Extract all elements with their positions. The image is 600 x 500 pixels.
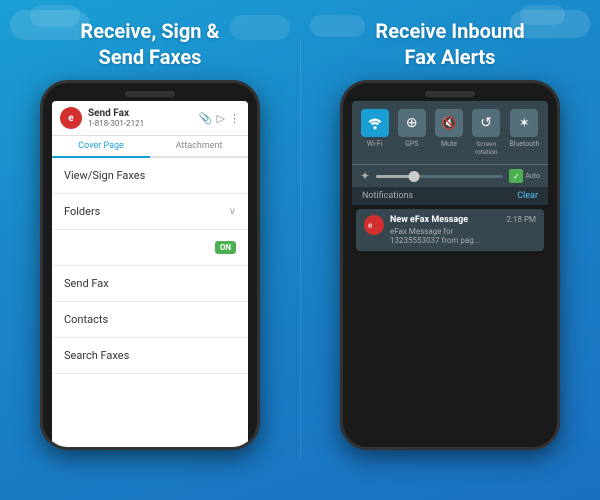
gps-icon: ⊕ — [398, 109, 426, 137]
qs-bluetooth[interactable]: ✶ Bluetooth — [509, 109, 539, 156]
notification-time: 2:18 PM — [507, 215, 536, 224]
tab-attachment[interactable]: Attachment — [150, 136, 248, 156]
notification-header: Notifications Clear — [352, 187, 548, 205]
wifi-icon — [361, 109, 389, 137]
bluetooth-label: Bluetooth — [509, 140, 539, 148]
left-title-text: Receive, Sign & Send Faxes — [80, 19, 219, 69]
mute-label: Mute — [441, 140, 457, 148]
clear-button[interactable]: Clear — [517, 191, 538, 201]
notification-card[interactable]: e New eFax Message eFax Message for 1323… — [356, 209, 544, 251]
more-icon[interactable]: ⋮ — [229, 112, 240, 125]
app-bar-actions: 📎 ▷ ⋮ — [199, 112, 240, 125]
menu-view-sign-faxes[interactable]: View/Sign Faxes — [52, 158, 248, 194]
wifi-label: Wi-Fi — [367, 140, 382, 148]
menu-send-fax[interactable]: Send Fax — [52, 266, 248, 302]
menu-toggle-row[interactable]: ON — [52, 230, 248, 266]
right-phone: Wi-Fi ⊕ GPS 🔇 Mute ↺ Screenrotation ✶ Bl… — [340, 80, 560, 450]
menu-folders[interactable]: Folders ∨ — [52, 194, 248, 230]
right-title-text: Receive Inbound Fax Alerts — [375, 19, 524, 69]
qs-wifi[interactable]: Wi-Fi — [361, 109, 389, 156]
right-phone-speaker — [425, 91, 475, 97]
quick-settings-bar: Wi-Fi ⊕ GPS 🔇 Mute ↺ Screenrotation ✶ Bl… — [352, 101, 548, 164]
left-phone: e Send Fax 1-818-301-2121 📎 ▷ ⋮ Cover Pa… — [40, 80, 260, 450]
notification-content: New eFax Message eFax Message for 132355… — [390, 215, 501, 245]
tab-cover-page[interactable]: Cover Page — [52, 136, 150, 158]
svg-text:e: e — [368, 221, 373, 231]
notification-title: New eFax Message — [390, 215, 501, 225]
gps-label: GPS — [405, 140, 418, 148]
chevron-down-icon: ∨ — [229, 206, 236, 217]
app-bar-subtitle: 1-818-301-2121 — [88, 119, 193, 128]
brightness-control: ✦ ✓ Auto — [352, 164, 548, 187]
efax-logo: e — [60, 107, 82, 129]
app-bar-title: Send Fax — [88, 108, 193, 119]
auto-check-icon: ✓ — [509, 169, 523, 183]
menu-contacts[interactable]: Contacts — [52, 302, 248, 338]
send-icon[interactable]: ▷ — [217, 112, 225, 125]
app-bar-info: Send Fax 1-818-301-2121 — [88, 108, 193, 128]
mute-icon: 🔇 — [435, 109, 463, 137]
brightness-slider[interactable] — [376, 175, 503, 178]
qs-gps[interactable]: ⊕ GPS — [398, 109, 426, 156]
app-bar: e Send Fax 1-818-301-2121 📎 ▷ ⋮ — [52, 101, 248, 136]
right-phone-screen: Wi-Fi ⊕ GPS 🔇 Mute ↺ Screenrotation ✶ Bl… — [352, 101, 548, 450]
brightness-handle — [409, 171, 420, 182]
menu-search-faxes[interactable]: Search Faxes — [52, 338, 248, 374]
rotation-label: Screenrotation — [475, 140, 498, 156]
toggle-on[interactable]: ON — [215, 241, 236, 254]
tab-bar: Cover Page Attachment — [52, 136, 248, 158]
notifications-label: Notifications — [362, 191, 413, 201]
bluetooth-icon: ✶ — [510, 109, 538, 137]
notification-subtitle: eFax Message for 13235553037 from pag... — [390, 227, 501, 245]
attachment-icon[interactable]: 📎 — [199, 112, 213, 125]
efax-notification-icon: e — [364, 215, 384, 235]
qs-rotation[interactable]: ↺ Screenrotation — [472, 109, 500, 156]
android-label: ANDROID — [352, 255, 548, 450]
left-header-title: Receive, Sign & Send Faxes — [80, 18, 219, 70]
phone-speaker — [125, 91, 175, 97]
auto-label: Auto — [525, 172, 540, 180]
brightness-icon[interactable]: ✦ — [360, 169, 370, 183]
left-phone-screen: e Send Fax 1-818-301-2121 📎 ▷ ⋮ Cover Pa… — [52, 101, 248, 450]
right-header-title: Receive Inbound Fax Alerts — [375, 18, 524, 70]
auto-brightness-toggle[interactable]: ✓ Auto — [509, 169, 540, 183]
rotation-icon: ↺ — [472, 109, 500, 137]
qs-mute[interactable]: 🔇 Mute — [435, 109, 463, 156]
